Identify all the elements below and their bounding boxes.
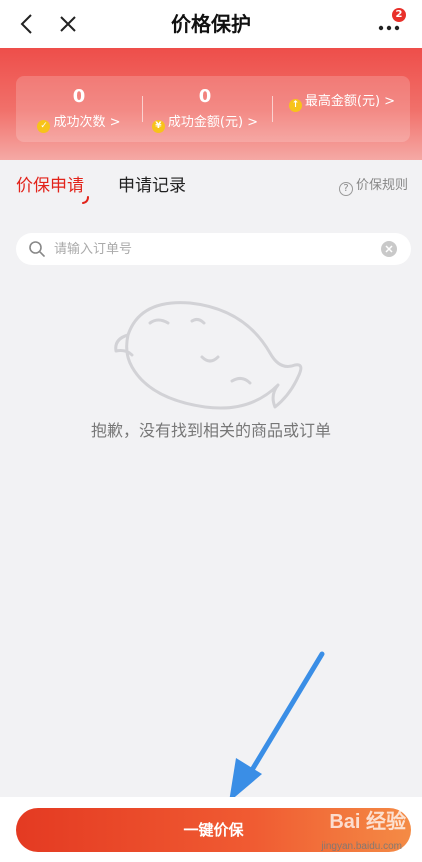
stats-card: 0 ✓ 成功次数 > 0 ¥ 成功金额(元) > ↑ 最高金额(元) > — [16, 76, 410, 142]
stat-max-amount[interactable]: ↑ 最高金额(元) > — [274, 76, 410, 142]
up-coin-icon: ↑ — [288, 99, 302, 112]
bottom-action-bar: 一键价保 Bai 经验 jingyan.baidu.com — [0, 797, 422, 862]
watermark-url: jingyan.baidu.com — [321, 841, 402, 852]
stat-label: 最高金额(元) > — [304, 94, 396, 109]
empty-state-message: 抱歉，没有找到相关的商品或订单 — [90, 421, 331, 440]
stat-success-count[interactable]: 0 ✓ 成功次数 > — [16, 76, 142, 142]
stat-divider — [272, 96, 273, 122]
rules-label: 价保规则 — [355, 178, 408, 193]
stat-success-amount[interactable]: 0 ¥ 成功金额(元) > — [142, 76, 268, 142]
stat-value: 0 — [198, 86, 212, 107]
baidu-jingyan-watermark: Bai 经验 jingyan.baidu.com — [321, 811, 406, 852]
empty-mascot-icon — [114, 301, 303, 410]
page-title: 价格保护 — [171, 12, 251, 36]
active-tab-indicator — [82, 196, 89, 204]
price-protect-rules-link[interactable]: ? 价保规则 — [338, 177, 408, 196]
search-icon — [29, 241, 45, 257]
notification-badge: 2 — [392, 8, 406, 22]
yen-coin-icon: ¥ — [151, 120, 165, 133]
order-number-input[interactable] — [54, 237, 374, 261]
stat-label: 成功次数 > — [53, 115, 121, 130]
clear-icon[interactable] — [381, 241, 397, 257]
stats-banner: 0 ✓ 成功次数 > 0 ¥ 成功金额(元) > ↑ 最高金额(元) > — [0, 48, 422, 160]
stat-value: 0 — [72, 86, 86, 107]
top-nav-bar: 价格保护 2 — [0, 0, 422, 48]
order-search-bar — [16, 233, 411, 265]
stat-label: 成功金额(元) > — [167, 115, 259, 130]
watermark-brand: Bai 经验 — [329, 811, 406, 833]
help-icon: ? — [338, 182, 353, 196]
tab-bar: 价保申请 申请记录 ? 价保规则 — [0, 160, 422, 212]
check-coin-icon: ✓ — [37, 120, 51, 133]
tab-price-protect-apply[interactable]: 价保申请 — [16, 174, 84, 198]
tab-apply-records[interactable]: 申请记录 — [118, 174, 186, 198]
